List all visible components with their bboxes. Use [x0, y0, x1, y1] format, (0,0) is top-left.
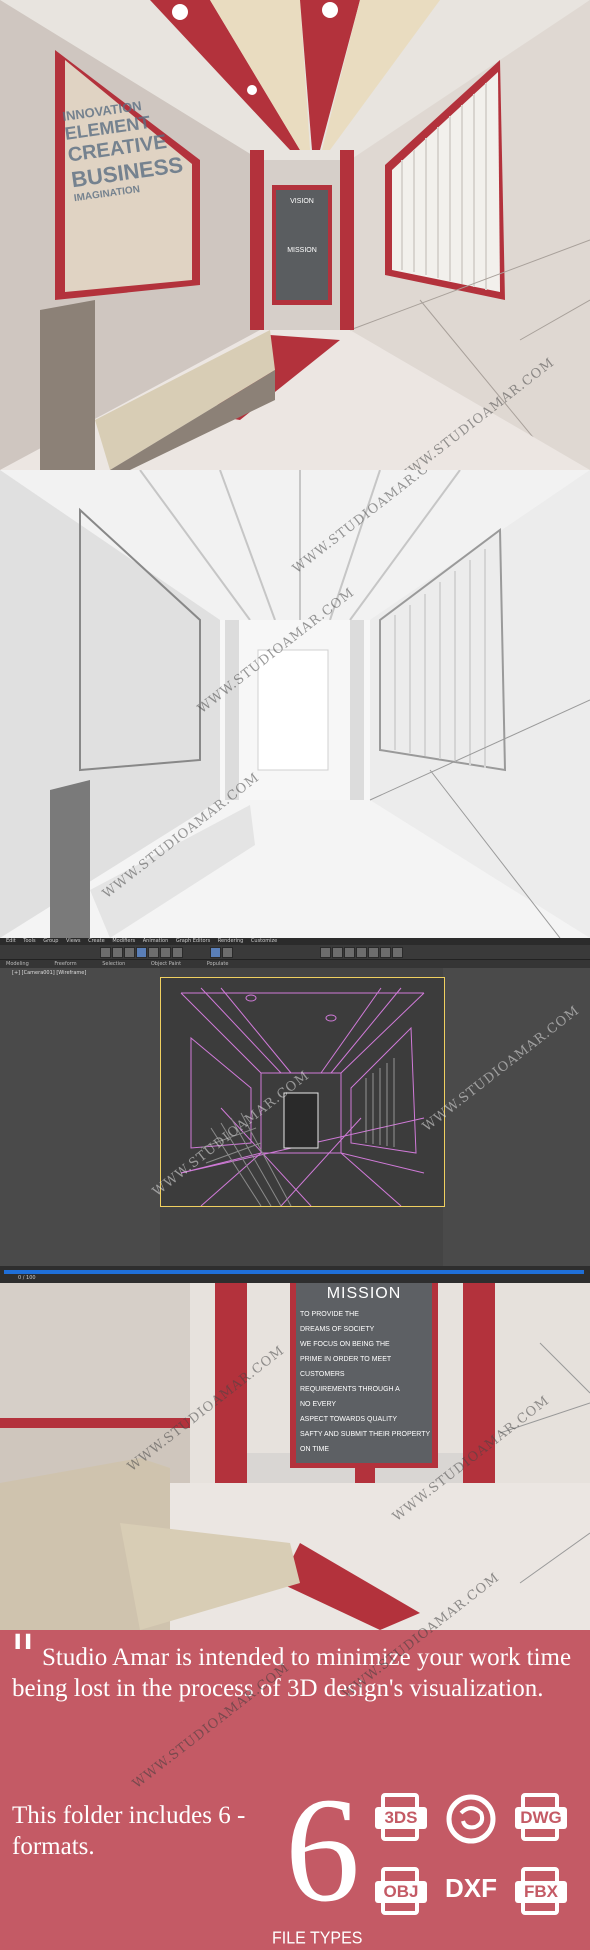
left-gray-area — [0, 968, 160, 1266]
mission-line: WE FOCUS ON BEING THE — [300, 1341, 390, 1348]
menu-item-create[interactable]: Create — [88, 938, 105, 944]
menu-item-rendering[interactable]: Rendering — [218, 938, 244, 944]
mission-line: ASPECT TOWARDS QUALITY — [300, 1416, 397, 1423]
mission-sign: MISSION TO PROVIDE THE DREAMS OF SOCIETY… — [296, 1283, 432, 1463]
vision-sign-title: VISION — [290, 198, 314, 205]
tab-object-paint[interactable]: Object Paint — [151, 961, 181, 967]
menu-item-modifiers[interactable]: Modifiers — [112, 938, 135, 944]
right-gray-area — [443, 968, 590, 1266]
format-max-icon — [445, 1793, 497, 1845]
3dsmax-window: Edit Tools Group Views Create Modifiers … — [0, 938, 590, 1283]
link-icon[interactable] — [124, 947, 135, 958]
wireframe-scene — [180, 987, 425, 1206]
mission-line: PRIME IN ORDER TO MEET — [300, 1356, 392, 1363]
scale-icon[interactable] — [172, 947, 183, 958]
mission-line: REQUIREMENTS THROUGH A — [300, 1386, 400, 1393]
ribbon-tabs: Modeling Freeform Selection Object Paint… — [0, 960, 590, 968]
render-color-panel: VISION MISSION INNOVATION ELEMENT CREATI… — [0, 0, 590, 470]
angle-snap-icon[interactable] — [222, 947, 233, 958]
material-editor-icon[interactable] — [368, 947, 379, 958]
max-format-name: MAX — [0, 1630, 1, 1631]
format-dxf-icon: DXF — [445, 1867, 497, 1919]
format-label: DWG — [515, 1807, 567, 1829]
menu-bar: Edit Tools Group Views Create Modifiers … — [0, 938, 590, 945]
move-icon[interactable] — [148, 947, 159, 958]
tab-populate[interactable]: Populate — [207, 961, 229, 967]
mission-line: SAFTY AND SUBMIT THEIR PROPERTY — [300, 1431, 431, 1438]
align-icon[interactable] — [332, 947, 343, 958]
format-dwg-icon: DWG — [515, 1793, 567, 1845]
timeline-slider[interactable] — [4, 1270, 584, 1274]
snap-icon[interactable] — [210, 947, 221, 958]
closeup-render — [0, 1283, 590, 1630]
format-fbx-icon: FBX — [515, 1867, 567, 1919]
format-label: FBX — [515, 1881, 567, 1903]
file-types-label: FILE TYPES — [272, 1929, 363, 1948]
menu-item-views[interactable]: Views — [66, 938, 80, 944]
menu-item-customize[interactable]: Customize — [251, 938, 277, 944]
folder-description: This folder includes 6 - formats. — [12, 1802, 246, 1860]
menu-item-animation[interactable]: Animation — [143, 938, 169, 944]
mission-sign-title: MISSION — [287, 247, 317, 254]
tab-freeform[interactable]: Freeform — [54, 961, 76, 967]
mission-line: DREAMS OF SOCIETY — [300, 1326, 375, 1333]
render-clay-panel: WWW.STUDIOAMAR.COM WWW.STUDIOAMAR.COM WW… — [0, 470, 590, 938]
menu-item-graph-editors[interactable]: Graph Editors — [176, 938, 210, 944]
curve-editor-icon[interactable] — [356, 947, 367, 958]
mirror-icon[interactable] — [320, 947, 331, 958]
menu-item-edit[interactable]: Edit — [6, 938, 16, 944]
corridor-render-clay — [0, 470, 590, 938]
viewport-label[interactable]: [+] [Camera001] [Wireframe] — [12, 970, 86, 976]
mission-line: TO PROVIDE THE — [300, 1311, 359, 1318]
timeline-frame-label: 0 / 100 — [18, 1275, 36, 1281]
layer-icon[interactable] — [344, 947, 355, 958]
format-label: 3DS — [375, 1807, 427, 1829]
tab-modeling[interactable]: Modeling — [6, 961, 29, 967]
max-logo — [446, 1794, 496, 1844]
render-setup-icon[interactable] — [380, 947, 391, 958]
select-icon[interactable] — [136, 947, 147, 958]
format-count: 6 — [285, 1767, 360, 1933]
tab-selection[interactable]: Selection — [102, 961, 125, 967]
mission-line: CUSTOMERS — [300, 1371, 345, 1378]
render-closeup-panel: MISSION TO PROVIDE THE DREAMS OF SOCIETY… — [0, 1283, 590, 1630]
format-3ds-icon: 3DS — [375, 1793, 427, 1845]
camera-viewport[interactable] — [160, 977, 445, 1207]
format-label: OBJ — [375, 1881, 427, 1903]
redo-icon[interactable] — [112, 947, 123, 958]
menu-item-group[interactable]: Group — [43, 938, 58, 944]
tagline: Studio Amar is intended to minimize your… — [12, 1644, 572, 1702]
format-obj-icon: OBJ — [375, 1867, 427, 1919]
format-label: DXF — [445, 1873, 497, 1903]
mission-line: NO EVERY — [300, 1401, 337, 1408]
wall-wordcloud: INNOVATION ELEMENT CREATIVE BUSINESS IMA… — [61, 92, 202, 267]
promo-banner: " Studio Amar is intended to minimize yo… — [0, 1570, 590, 1950]
menu-item-tools[interactable]: Tools — [23, 938, 35, 944]
mission-line: ON TIME — [300, 1446, 330, 1453]
undo-icon[interactable] — [100, 947, 111, 958]
render-icon[interactable] — [392, 947, 403, 958]
main-toolbar — [0, 945, 590, 960]
timeline-bar: 0 / 100 — [0, 1266, 590, 1283]
mission-title: MISSION — [326, 1285, 402, 1302]
rotate-icon[interactable] — [160, 947, 171, 958]
